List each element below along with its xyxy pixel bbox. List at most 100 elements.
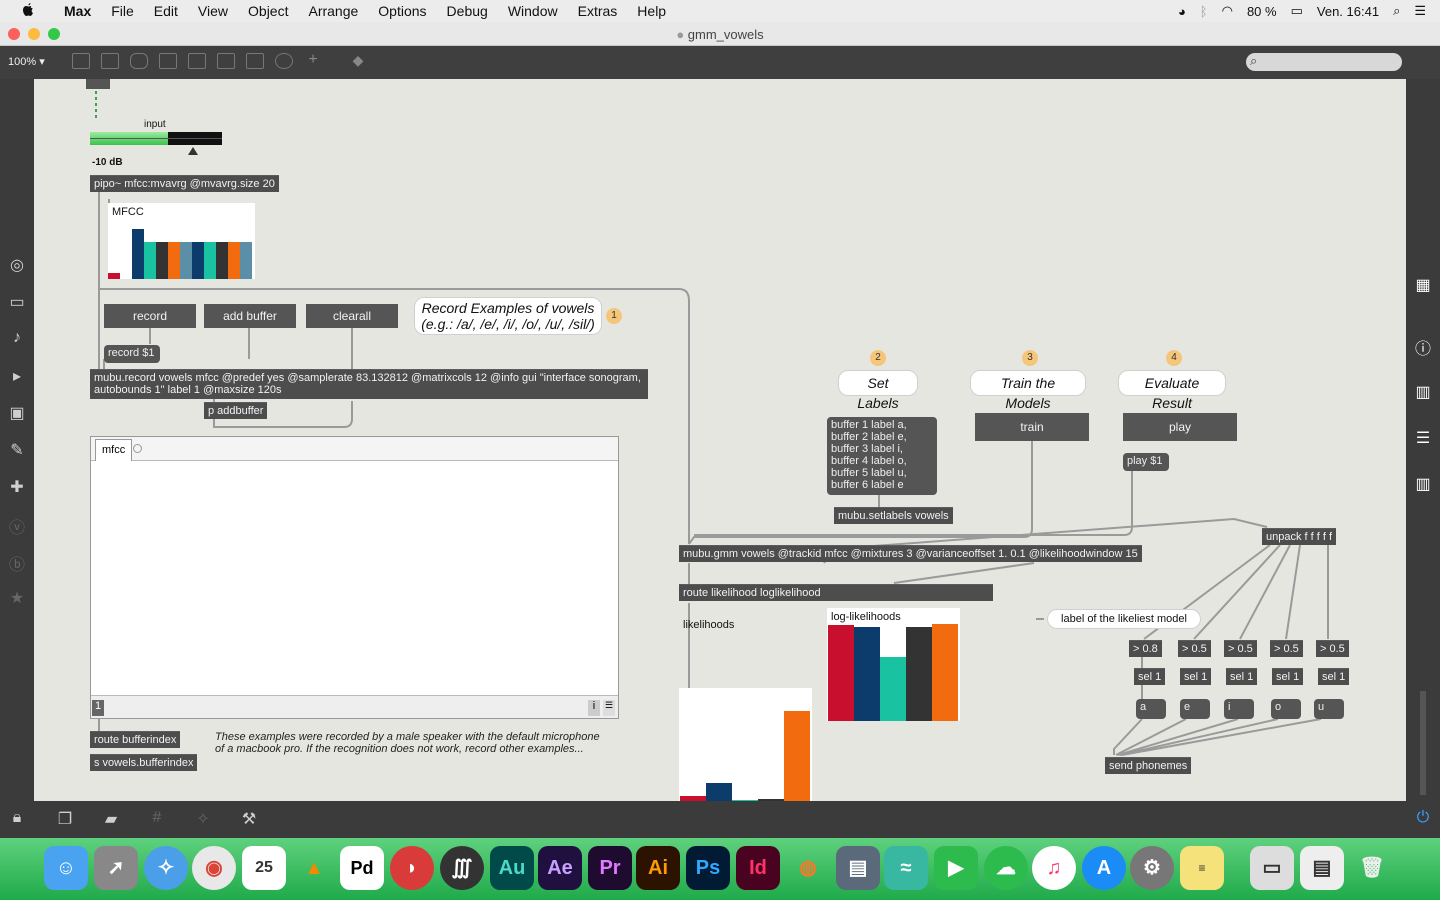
- mfcc-track-tab[interactable]: mfcc: [95, 439, 133, 461]
- toggle-icon[interactable]: [159, 53, 177, 69]
- max-icon[interactable]: ∭: [440, 846, 484, 890]
- app-store-icon[interactable]: A: [1082, 846, 1126, 890]
- battery-icon[interactable]: ▭: [1291, 3, 1303, 19]
- audio-icon[interactable]: ♪: [0, 329, 34, 347]
- adc-object[interactable]: [86, 79, 110, 89]
- threshold-e-object[interactable]: > 0.5: [1178, 640, 1211, 657]
- volume-slider[interactable]: [1420, 691, 1426, 795]
- unpack-object[interactable]: unpack f f f f f: [1262, 528, 1337, 545]
- book-icon[interactable]: ▥: [1406, 474, 1440, 494]
- p-addbuffer-object[interactable]: p addbuffer: [204, 402, 268, 419]
- list-icon[interactable]: ☰: [1406, 428, 1440, 448]
- downloads-stack-icon[interactable]: ▤: [1300, 846, 1344, 890]
- plus-icon[interactable]: +: [304, 52, 322, 69]
- train-button[interactable]: train: [975, 413, 1089, 441]
- log-likelihoods-multislider[interactable]: log-likelihoods: [827, 608, 960, 721]
- add-track-icon[interactable]: [133, 444, 142, 453]
- photoshop-icon[interactable]: Ps: [686, 846, 730, 890]
- comment-bubble-icon[interactable]: ▰: [94, 809, 128, 829]
- pipo-mfcc-object[interactable]: pipo~ mfcc:mvavrg @mvavrg.size 20: [90, 175, 279, 192]
- menu-app-name[interactable]: Max: [64, 3, 91, 19]
- battery-percent[interactable]: 80 %: [1247, 4, 1277, 19]
- illustrator-icon[interactable]: Ai: [636, 846, 680, 890]
- paint-bucket-icon[interactable]: ◆: [349, 53, 367, 69]
- likelihoods-multislider[interactable]: [679, 688, 812, 801]
- bluetooth-icon[interactable]: ᛒ: [1200, 4, 1208, 19]
- set-labels-message[interactable]: buffer 1 label a, buffer 2 label e, buff…: [827, 417, 937, 495]
- packages-icon[interactable]: ✚: [0, 477, 34, 497]
- indesign-icon[interactable]: Id: [736, 846, 780, 890]
- facetime-icon[interactable]: ▶: [934, 846, 978, 890]
- record-message[interactable]: record $1: [104, 345, 160, 363]
- number-box-icon[interactable]: [217, 53, 235, 69]
- sel-i-object[interactable]: sel 1: [1226, 668, 1258, 685]
- route-likelihood-object[interactable]: route likelihood loglikelihood: [679, 584, 993, 601]
- message-box-icon[interactable]: [101, 53, 119, 69]
- mfcc-multislider[interactable]: MFCC: [108, 203, 255, 279]
- info-icon[interactable]: ⓘ: [1406, 335, 1440, 359]
- slider-icon[interactable]: [246, 53, 264, 69]
- sel-u-object[interactable]: sel 1: [1318, 668, 1350, 685]
- grid-toggle-icon[interactable]: #: [140, 809, 174, 827]
- image-icon[interactable]: ▣: [0, 403, 34, 423]
- menu-options[interactable]: Options: [378, 3, 426, 19]
- vlc-icon[interactable]: ▲: [292, 846, 336, 890]
- threshold-i-object[interactable]: > 0.5: [1224, 640, 1257, 657]
- wrench-icon[interactable]: ⚒: [232, 809, 266, 829]
- mubu-setlabels-object[interactable]: mubu.setlabels vowels: [834, 507, 953, 524]
- spotlight-icon[interactable]: ⌕: [1393, 3, 1400, 19]
- sel-o-object[interactable]: sel 1: [1272, 668, 1304, 685]
- creative-cloud-icon[interactable]: ◕: [1178, 4, 1186, 19]
- vowel-o-message[interactable]: o: [1271, 699, 1301, 719]
- chrome-icon[interactable]: ◉: [192, 846, 236, 890]
- launchpad-icon[interactable]: ➚: [94, 846, 138, 890]
- sel-a-object[interactable]: sel 1: [1134, 668, 1166, 685]
- snippets-icon[interactable]: ⓑ: [0, 551, 34, 575]
- notes-file-icon[interactable]: ≡: [1180, 846, 1224, 890]
- clock[interactable]: Ven. 16:41: [1317, 4, 1379, 19]
- after-effects-icon[interactable]: Ae: [538, 846, 582, 890]
- input-gain-meter[interactable]: [90, 132, 222, 145]
- playlist-icon[interactable]: ▸: [0, 366, 34, 386]
- info-button[interactable]: i: [588, 700, 600, 716]
- lock-icon[interactable]: 🔒︎: [0, 809, 34, 827]
- notification-center-icon[interactable]: ☰: [1414, 3, 1426, 19]
- menu-help[interactable]: Help: [637, 3, 666, 19]
- app-red-icon[interactable]: ◗: [390, 846, 434, 890]
- menu-file[interactable]: File: [111, 3, 134, 19]
- grid-icon[interactable]: ▦: [1406, 275, 1440, 295]
- audio-power-icon[interactable]: ⏻: [1406, 809, 1440, 827]
- mubu-gmm-object[interactable]: mubu.gmm vowels @trackid mfcc @mixtures …: [679, 545, 1142, 562]
- threshold-o-object[interactable]: > 0.5: [1270, 640, 1303, 657]
- menu-debug[interactable]: Debug: [447, 3, 488, 19]
- vowel-e-message[interactable]: e: [1180, 699, 1210, 719]
- apple-icon[interactable]: [18, 3, 38, 19]
- sel-e-object[interactable]: sel 1: [1180, 668, 1212, 685]
- audition-icon[interactable]: Au: [490, 846, 534, 890]
- menu-arrange[interactable]: Arrange: [308, 3, 358, 19]
- send-bufferindex-object[interactable]: s vowels.bufferindex: [90, 754, 198, 771]
- play-message[interactable]: play $1: [1123, 453, 1169, 471]
- presentation-icon[interactable]: ❐: [48, 809, 82, 829]
- clearall-button[interactable]: clearall: [306, 304, 398, 328]
- bang-icon[interactable]: [188, 53, 206, 69]
- vowel-u-message[interactable]: u: [1314, 699, 1344, 719]
- itunes-icon[interactable]: ♫: [1032, 846, 1076, 890]
- record-button[interactable]: record: [104, 304, 196, 328]
- zoom-level[interactable]: 100% ▾: [8, 55, 45, 68]
- search-input[interactable]: ⌕: [1246, 53, 1402, 71]
- premiere-icon[interactable]: Pr: [588, 846, 632, 890]
- finder-icon[interactable]: ☺: [44, 846, 88, 890]
- pure-data-icon[interactable]: Pd: [340, 846, 384, 890]
- vowel-a-message[interactable]: a: [1136, 699, 1166, 719]
- mubu-record-object[interactable]: mubu.record vowels mfcc @predef yes @sam…: [90, 369, 648, 399]
- trash-icon[interactable]: 🗑︎: [1350, 846, 1394, 890]
- app-wave-icon[interactable]: ≈: [884, 846, 928, 890]
- menu-object[interactable]: Object: [248, 3, 288, 19]
- route-bufferindex-object[interactable]: route bufferindex: [90, 731, 181, 748]
- menu-window[interactable]: Window: [508, 3, 558, 19]
- new-object-icon[interactable]: [72, 53, 90, 69]
- safari-icon[interactable]: ✧: [144, 846, 188, 890]
- calendar-icon[interactable]: 25: [242, 846, 286, 890]
- system-preferences-icon[interactable]: ⚙: [1130, 846, 1174, 890]
